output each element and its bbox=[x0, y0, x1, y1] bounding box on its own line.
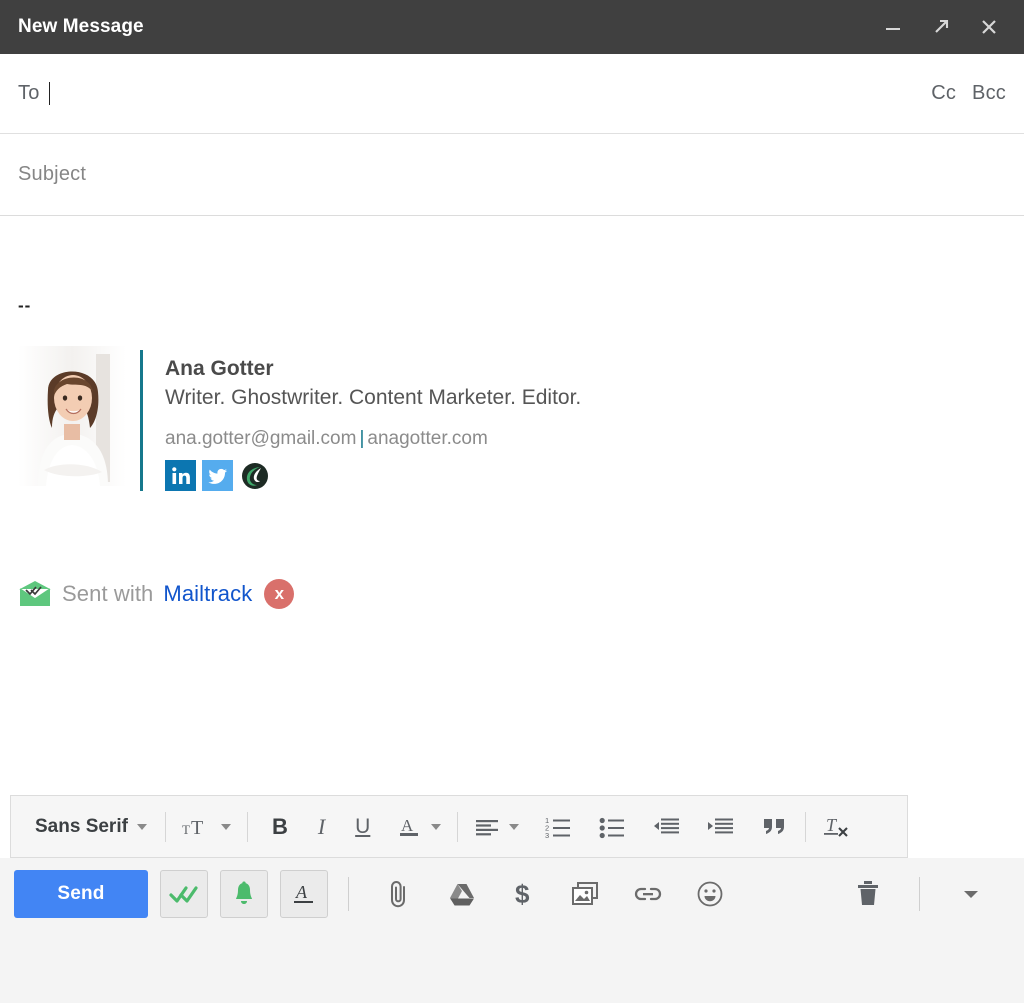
signature-accent-rule bbox=[140, 350, 143, 492]
indent-button[interactable] bbox=[701, 807, 741, 847]
quote-button[interactable] bbox=[755, 807, 795, 847]
subject-row[interactable]: Subject bbox=[0, 134, 1024, 216]
signature-email[interactable]: ana.gotter@gmail.com bbox=[165, 428, 356, 449]
signature-marker: -- bbox=[18, 296, 32, 315]
toolbar-divider bbox=[164, 811, 166, 842]
font-family-label: Sans Serif bbox=[35, 815, 128, 837]
page-title: New Message bbox=[18, 16, 144, 37]
insert-link-icon[interactable] bbox=[627, 873, 669, 915]
more-options-caret-icon[interactable] bbox=[950, 873, 992, 915]
chevron-down-icon bbox=[220, 823, 231, 830]
insert-emoji-icon[interactable] bbox=[689, 873, 731, 915]
svg-text:3: 3 bbox=[545, 831, 549, 839]
font-size-button[interactable]: T T bbox=[176, 807, 237, 847]
bold-button[interactable]: B bbox=[258, 807, 302, 847]
cc-bcc-group: Cc Bcc bbox=[931, 82, 1006, 105]
google-drive-icon[interactable] bbox=[441, 873, 483, 915]
send-button[interactable]: Send bbox=[14, 870, 148, 918]
bulleted-list-button[interactable] bbox=[593, 807, 633, 847]
bold-label: B bbox=[271, 813, 288, 839]
mailtrack-envelope-icon bbox=[18, 579, 52, 609]
insert-photo-icon[interactable] bbox=[565, 873, 607, 915]
mailtrack-remove-badge[interactable]: x bbox=[264, 579, 295, 610]
outdent-button[interactable] bbox=[647, 807, 687, 847]
svg-text:A: A bbox=[295, 882, 308, 902]
avatar bbox=[18, 346, 126, 486]
text-color-button[interactable]: A bbox=[384, 807, 447, 847]
mailtrack-reminder-toggle[interactable] bbox=[220, 870, 268, 918]
svg-text:A: A bbox=[401, 816, 414, 835]
message-body[interactable]: -- Ana Gotter Writer. Ghostwriter. Conte… bbox=[0, 217, 1024, 776]
svg-text:T: T bbox=[191, 817, 203, 839]
twitter-icon[interactable] bbox=[202, 460, 233, 492]
recipients-row[interactable]: To Cc Bcc bbox=[0, 54, 1024, 134]
mailtrack-tracking-toggle[interactable] bbox=[160, 870, 208, 918]
minimize-icon[interactable] bbox=[880, 14, 906, 40]
signature-tagline: Writer. Ghostwriter. Content Marketer. E… bbox=[165, 386, 582, 410]
close-icon[interactable] bbox=[976, 14, 1002, 40]
popout-arrow-icon[interactable] bbox=[928, 14, 954, 40]
mailtrack-link[interactable]: Mailtrack bbox=[163, 581, 252, 607]
chevron-down-icon bbox=[431, 823, 442, 830]
chevron-down-icon bbox=[509, 823, 520, 830]
mailtrack-prefix: Sent with bbox=[62, 581, 154, 607]
action-divider bbox=[919, 877, 920, 911]
brand-logo-icon[interactable] bbox=[239, 460, 270, 491]
signature-details: Ana Gotter Writer. Ghostwriter. Content … bbox=[165, 346, 582, 492]
text-cursor bbox=[48, 82, 50, 105]
gmail-compose-window: New Message To Cc Bcc Subject -- Ana Got… bbox=[0, 0, 1024, 1003]
font-family-dropdown[interactable]: Sans Serif bbox=[25, 807, 155, 847]
bcc-button[interactable]: Bcc bbox=[972, 82, 1006, 105]
formatting-toolbar: Sans Serif T T B I U A 1 2 3 T bbox=[10, 795, 908, 858]
compose-action-bar: Send A $ bbox=[0, 858, 1024, 930]
numbered-list-button[interactable]: 1 2 3 bbox=[539, 807, 579, 847]
align-button[interactable] bbox=[468, 807, 525, 847]
italic-label: I bbox=[317, 813, 326, 839]
underline-button[interactable]: U bbox=[341, 807, 384, 847]
signature-separator: | bbox=[359, 427, 365, 449]
toolbar-divider bbox=[246, 811, 248, 842]
window-controls bbox=[880, 14, 1010, 40]
signature-name: Ana Gotter bbox=[165, 357, 274, 380]
formatting-options-toggle[interactable]: A bbox=[280, 870, 328, 918]
signature-website[interactable]: anagotter.com bbox=[367, 428, 487, 449]
to-label: To bbox=[18, 82, 40, 104]
underline-label: U bbox=[355, 814, 371, 838]
signature-social-links bbox=[165, 460, 581, 492]
subject-input[interactable]: Subject bbox=[18, 163, 86, 186]
linkedin-icon[interactable] bbox=[165, 460, 196, 492]
italic-button[interactable]: I bbox=[302, 807, 341, 847]
email-signature: Ana Gotter Writer. Ghostwriter. Content … bbox=[18, 346, 1006, 492]
svg-text:T: T bbox=[826, 815, 838, 835]
mailtrack-footer: Sent with Mailtrack x bbox=[18, 579, 1006, 610]
compose-footer-strip bbox=[0, 930, 1024, 1003]
insert-money-icon[interactable]: $ bbox=[503, 873, 545, 915]
remove-formatting-button[interactable]: T bbox=[816, 807, 858, 847]
chevron-down-icon bbox=[136, 823, 147, 830]
svg-text:T: T bbox=[182, 822, 190, 837]
attach-file-icon[interactable] bbox=[379, 873, 421, 915]
toolbar-divider bbox=[805, 811, 807, 842]
signature-contact: ana.gotter@gmail.com | anagotter.com bbox=[165, 427, 581, 452]
toolbar-divider bbox=[457, 811, 459, 842]
svg-text:$: $ bbox=[515, 879, 530, 909]
trash-icon[interactable] bbox=[847, 873, 889, 915]
action-divider bbox=[348, 877, 349, 911]
cc-button[interactable]: Cc bbox=[931, 82, 956, 105]
compose-title-bar: New Message bbox=[0, 0, 1024, 54]
